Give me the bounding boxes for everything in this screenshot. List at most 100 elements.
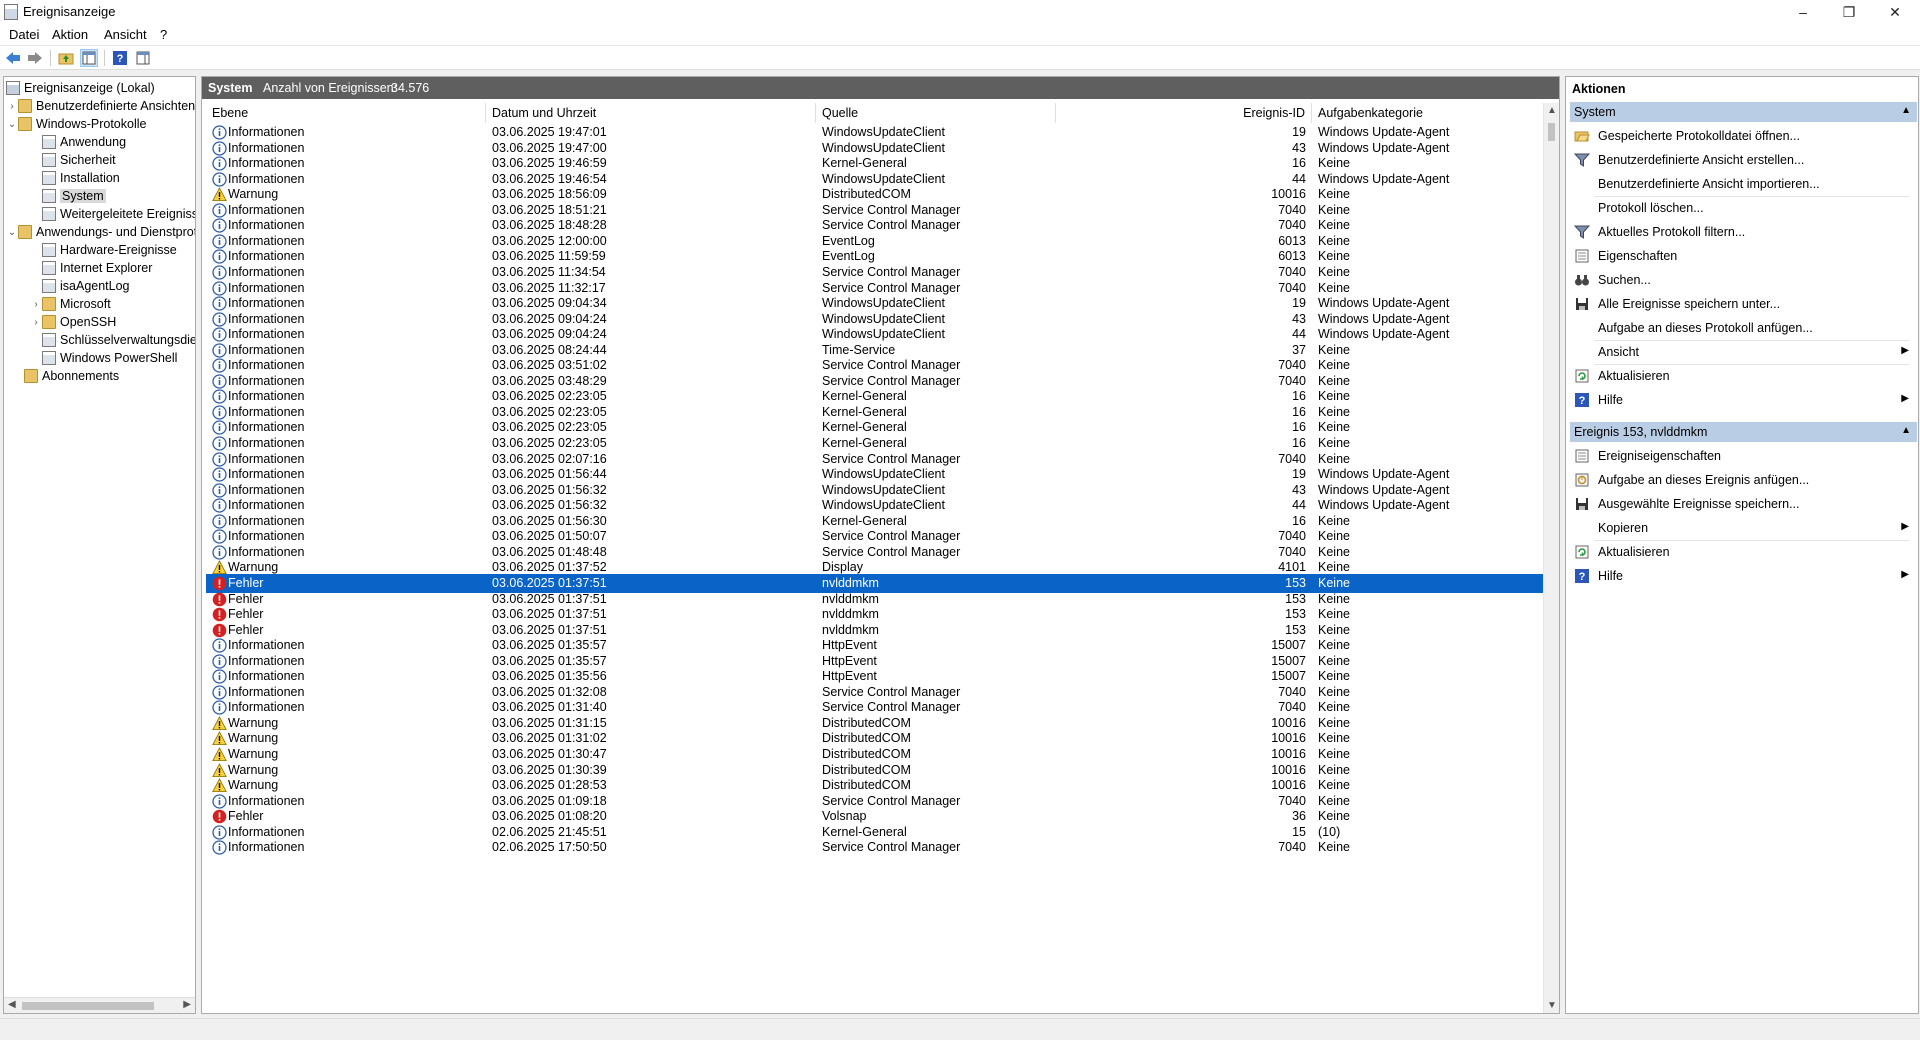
log-icon (42, 333, 56, 347)
cell-source: Kernel-General (822, 389, 907, 403)
column-quelle[interactable]: Quelle (816, 103, 1056, 123)
cell-event-id: 10016 (1271, 716, 1306, 730)
cell-date: 03.06.2025 01:31:02 (492, 731, 607, 745)
tree-subscriptions[interactable]: Abonnements (24, 367, 119, 385)
chevron-down-icon[interactable]: ⌄ (6, 119, 18, 130)
menu-ansicht[interactable]: Ansicht (104, 27, 147, 42)
tree-root[interactable]: Ereignisanzeige (Lokal) (6, 79, 155, 97)
close-button[interactable]: ✕ (1872, 0, 1918, 24)
cell-date: 03.06.2025 18:51:21 (492, 203, 607, 217)
tree-item-installation[interactable]: Installation (42, 169, 120, 187)
forward-arrow-icon[interactable] (26, 49, 44, 67)
actions-title: Aktionen (1572, 82, 1626, 96)
action-protokoll-löschen[interactable]: Protokoll löschen... (1570, 197, 1917, 219)
collapse-icon[interactable]: ▲ (1901, 105, 1911, 116)
show-hide-tree-icon[interactable] (80, 49, 98, 67)
action-alle-ereignisse-speichern-unter[interactable]: Alle Ereignisse speichern unter... (1570, 293, 1917, 315)
column-datum[interactable]: Datum und Uhrzeit (486, 103, 816, 123)
action-eigenschaften[interactable]: Eigenschaften (1570, 245, 1917, 267)
cell-category: Keine (1318, 514, 1350, 528)
actions-section-system[interactable]: System ▲ (1570, 102, 1917, 122)
event-list-vertical-scrollbar[interactable]: ▲ ▼ (1543, 103, 1559, 1013)
chevron-down-icon[interactable]: ⌄ (6, 227, 18, 238)
menu-help[interactable]: ? (160, 27, 167, 42)
tree-item-powershell[interactable]: Windows PowerShell (42, 349, 177, 367)
tree-item-microsoft[interactable]: › Microsoft (30, 295, 111, 313)
scroll-down-icon[interactable]: ▼ (1547, 1000, 1557, 1011)
menu-datei[interactable]: Datei (9, 27, 39, 42)
action-aufgabe-an-dieses-protokoll-anfügen[interactable]: Aufgabe an dieses Protokoll anfügen... (1570, 317, 1917, 339)
svg-text:?: ? (117, 53, 124, 65)
cell-event-id: 16 (1292, 436, 1306, 450)
action-aktualisieren[interactable]: Aktualisieren (1570, 541, 1917, 563)
action-suchen[interactable]: Suchen... (1570, 269, 1917, 291)
tree-item-openssh[interactable]: › OpenSSH (30, 313, 116, 331)
action-kopieren[interactable]: Kopieren ▶ (1570, 517, 1917, 539)
scroll-left-icon[interactable]: ◀ (8, 999, 16, 1010)
tree-item-anwendung[interactable]: Anwendung (42, 133, 126, 151)
action-aktuelles-protokoll-filtern[interactable]: Aktuelles Protokoll filtern... (1570, 221, 1917, 243)
help-icon[interactable]: ? (111, 49, 129, 67)
action-aktualisieren[interactable]: Aktualisieren (1570, 365, 1917, 387)
scroll-right-icon[interactable]: ▶ (183, 999, 191, 1010)
scroll-up-icon[interactable]: ▲ (1547, 105, 1557, 116)
actions-section-event[interactable]: Ereignis 153, nvlddmkm ▲ (1570, 422, 1917, 442)
column-aufgabenkategorie[interactable]: Aufgabenkategorie (1312, 103, 1543, 123)
cell-category: Windows Update-Agent (1318, 327, 1450, 341)
collapse-icon[interactable]: ▲ (1901, 425, 1911, 436)
tree-custom-views[interactable]: › Benutzerdefinierte Ansichten (6, 97, 195, 115)
minimize-button[interactable]: – (1780, 0, 1826, 24)
cell-event-id: 4101 (1278, 560, 1306, 574)
action-benutzerdefinierte-ansicht-importieren[interactable]: Benutzerdefinierte Ansicht importieren..… (1570, 173, 1917, 195)
chevron-right-icon[interactable]: › (30, 317, 42, 328)
info-icon (212, 156, 227, 171)
action-ansicht[interactable]: Ansicht ▶ (1570, 341, 1917, 363)
chevron-right-icon[interactable]: › (6, 101, 18, 112)
cell-source: Service Control Manager (822, 358, 961, 372)
tree-item-internet-explorer[interactable]: Internet Explorer (42, 259, 152, 277)
column-ereignis-id[interactable]: Ereignis-ID (1056, 103, 1312, 123)
action-ausgewählte-ereignisse-speichern[interactable]: Ausgewählte Ereignisse speichern... (1570, 493, 1917, 515)
tree-horizontal-scrollbar[interactable]: ◀ ▶ (4, 997, 195, 1013)
table-row[interactable]: Informationen 02.06.2025 17:50:50 Service … (206, 838, 1543, 857)
cell-event-id: 15007 (1271, 654, 1306, 668)
toolbar-separator (50, 50, 51, 66)
cell-level: Informationen (228, 203, 305, 217)
chevron-right-icon[interactable]: › (30, 299, 42, 310)
action-hilfe[interactable]: ? Hilfe ▶ (1570, 565, 1917, 587)
action-hilfe[interactable]: ? Hilfe ▶ (1570, 389, 1917, 411)
restore-button[interactable]: ❐ (1826, 0, 1872, 24)
scrollbar-thumb[interactable] (22, 1002, 154, 1010)
cell-source: WindowsUpdateClient (822, 172, 945, 186)
cell-date: 03.06.2025 01:56:32 (492, 483, 607, 497)
action-gespeicherte-protokolldatei-öffnen[interactable]: Gespeicherte Protokolldatei öffnen... (1570, 125, 1917, 147)
tree-apps-services[interactable]: ⌄ Anwendungs- und Dienstprotokolle (6, 223, 195, 241)
error-icon (212, 576, 227, 591)
action-ereigniseigenschaften[interactable]: Ereigniseigenschaften (1570, 445, 1917, 467)
action-aufgabe-an-dieses-ereignis-anfügen[interactable]: Aufgabe an dieses Ereignis anfügen... (1570, 469, 1917, 491)
cell-date: 03.06.2025 19:46:59 (492, 156, 607, 170)
cell-event-id: 7040 (1278, 265, 1306, 279)
menu-aktion[interactable]: Aktion (52, 27, 88, 42)
column-ebene[interactable]: Ebene (206, 103, 486, 123)
cell-event-id: 37 (1292, 343, 1306, 357)
tree-item-label: Microsoft (60, 297, 111, 311)
submenu-arrow-icon: ▶ (1901, 393, 1909, 404)
back-arrow-icon[interactable] (4, 49, 22, 67)
tree-item-sicherheit[interactable]: Sicherheit (42, 151, 116, 169)
scrollbar-thumb[interactable] (1548, 123, 1555, 141)
tree-item-hardware[interactable]: Hardware-Ereignisse (42, 241, 177, 259)
cell-date: 03.06.2025 01:37:52 (492, 560, 607, 574)
tree-item-system[interactable]: System (42, 187, 106, 205)
filter-icon (1574, 224, 1590, 240)
cell-source: Service Control Manager (822, 700, 961, 714)
tree-item-isaagentlog[interactable]: isaAgentLog (42, 277, 130, 295)
tree-item-key-management[interactable]: Schlüsselverwaltungsdienst (42, 331, 195, 349)
warning-icon (212, 731, 227, 746)
tree-item-forwarded-events[interactable]: Weitergeleitete Ereignisse (42, 205, 195, 223)
show-hide-action-pane-icon[interactable] (134, 49, 152, 67)
tree-windows-logs[interactable]: ⌄ Windows-Protokolle (6, 115, 146, 133)
up-folder-icon[interactable] (57, 49, 75, 67)
cell-level: Informationen (228, 374, 305, 388)
action-benutzerdefinierte-ansicht-erstellen[interactable]: Benutzerdefinierte Ansicht erstellen... (1570, 149, 1917, 171)
